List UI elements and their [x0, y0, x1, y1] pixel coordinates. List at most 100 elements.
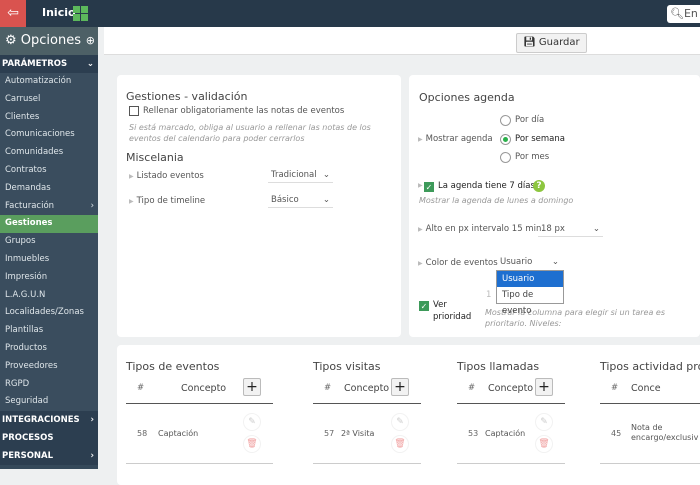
chevron-down-icon: ⌄: [86, 59, 94, 69]
rellenar-hint: Si está marcado, obliga al usuario a rel…: [129, 123, 371, 143]
save-label: Guardar: [538, 37, 580, 48]
timeline-select[interactable]: Básico ⌄: [268, 192, 333, 208]
parametros-items: Automatización Carrusel Clientes Comunicaci…: [0, 73, 98, 412]
column-header-id: #: [468, 383, 476, 393]
radio-label: Por semana: [515, 134, 565, 144]
sidebar-item[interactable]: Productos: [0, 340, 98, 358]
section-label: PROCESOS: [2, 433, 54, 444]
prioridad-label: prioridad: [433, 312, 472, 322]
save-button[interactable]: 💾︎ Guardar: [516, 33, 587, 53]
search-icon: 🔍︎: [670, 7, 684, 20]
sidebar-item[interactable]: Contratos: [0, 162, 98, 180]
section-integraciones[interactable]: INTEGRACIONES ›: [0, 411, 98, 430]
sidebar-item[interactable]: Comunidades: [0, 144, 98, 162]
row-concepto: Captación: [158, 429, 199, 438]
dropdown-option-usuario[interactable]: Usuario: [497, 271, 563, 287]
alto-label: ▶ Alto en px intervalo 15 min.: [418, 224, 545, 234]
section-parametros[interactable]: PARÁMETROS ⌄: [0, 55, 98, 73]
validation-title: Gestiones - validación: [126, 90, 248, 103]
radio-por-dia[interactable]: [500, 115, 511, 126]
dropdown-option-tipo[interactable]: Tipo de evento: [497, 287, 563, 316]
agenda-title: Opciones agenda: [419, 91, 515, 104]
section-personal[interactable]: PERSONAL ›: [0, 447, 98, 466]
column-header-concepto: Concepto: [181, 383, 227, 394]
apps-grid-icon[interactable]: [73, 6, 88, 21]
logout-icon[interactable]: ⇦: [0, 0, 26, 27]
table-divider: [457, 463, 565, 464]
chevron-right-icon: ›: [90, 415, 94, 426]
sidebar-header: ⚙ Opciones ⊕: [0, 27, 98, 55]
add-circle-icon[interactable]: ⊕: [86, 27, 95, 55]
color-label: ▶ Color de eventos: [418, 258, 498, 268]
delete-icon[interactable]: 🗑︎: [535, 435, 553, 453]
row-concepto: Nota de: [631, 423, 663, 432]
validation-panel: Gestiones - validación Rellenar obligato…: [117, 75, 401, 337]
table-divider: [600, 403, 700, 404]
radio-label: Por mes: [515, 152, 550, 162]
sidebar-item[interactable]: Seguridad: [0, 393, 98, 411]
radio-label: Por día: [515, 115, 545, 125]
delete-icon[interactable]: 🗑︎: [391, 435, 409, 453]
delete-icon[interactable]: 🗑︎: [243, 435, 261, 453]
prioridad-input[interactable]: 1: [486, 290, 491, 300]
table-title: Tipos llamadas: [457, 360, 540, 373]
add-button[interactable]: +: [243, 378, 261, 396]
rellenar-checkbox[interactable]: [129, 106, 139, 116]
sidebar-item[interactable]: Inmuebles: [0, 251, 98, 269]
chevron-down-icon: ⌄: [322, 195, 330, 205]
arrow-icon: ▶: [418, 182, 423, 189]
edit-icon[interactable]: ✎: [391, 413, 409, 431]
sidebar: ⚙ Opciones ⊕ PARÁMETROS ⌄ Automatización Ca…: [0, 27, 98, 469]
seven-days-checkbox[interactable]: ✓: [424, 182, 434, 192]
add-button[interactable]: +: [535, 378, 553, 396]
sidebar-item-label: Facturación: [5, 200, 55, 211]
sidebar-item[interactable]: Automatización: [0, 73, 98, 91]
row-id: 53: [468, 429, 479, 438]
rellenar-label: Rellenar obligatoriamente las notas de e…: [143, 106, 345, 116]
listado-label: ▶ Listado eventos: [129, 171, 204, 181]
table-title: Tipos actividad prop: [600, 360, 700, 373]
top-bar: ⇦ Inicio 🔍︎En: [0, 0, 700, 27]
chevron-right-icon: ›: [90, 200, 94, 211]
search-input[interactable]: 🔍︎En: [667, 5, 700, 23]
table-divider: [600, 463, 700, 464]
gears-icon: ⚙: [5, 33, 17, 48]
help-icon[interactable]: ?: [533, 180, 545, 192]
sidebar-item[interactable]: Plantillas: [0, 322, 98, 340]
table-divider: [313, 403, 421, 404]
sidebar-item[interactable]: Carrusel: [0, 91, 98, 109]
sidebar-item[interactable]: Grupos: [0, 233, 98, 251]
sidebar-title: Opciones: [20, 33, 82, 48]
sidebar-item[interactable]: Proveedores: [0, 358, 98, 376]
toolbar: 💾︎ Guardar: [104, 27, 700, 55]
alto-select[interactable]: 18 px ⌄: [538, 221, 603, 237]
section-label: PARÁMETROS: [2, 59, 68, 69]
section-procesos[interactable]: PROCESOS: [0, 429, 98, 448]
radio-por-mes[interactable]: [500, 152, 511, 163]
table-title: Tipos visitas: [313, 360, 381, 373]
sidebar-item[interactable]: Impresión: [0, 269, 98, 287]
sidebar-item[interactable]: Demandas: [0, 180, 98, 198]
color-select[interactable]: Usuario ⌄: [497, 254, 562, 270]
listado-select[interactable]: Tradicional ⌄: [268, 167, 333, 183]
table-divider: [126, 463, 273, 464]
chevron-down-icon: ⌄: [322, 170, 330, 180]
section-label: PERSONAL: [2, 451, 54, 462]
sidebar-item[interactable]: RGPD: [0, 376, 98, 394]
section-label: INTEGRACIONES: [2, 415, 80, 426]
radio-por-semana[interactable]: [500, 134, 511, 145]
sidebar-item[interactable]: Clientes: [0, 109, 98, 127]
edit-icon[interactable]: ✎: [243, 413, 261, 431]
edit-icon[interactable]: ✎: [535, 413, 553, 431]
sidebar-item[interactable]: Facturación ›: [0, 198, 98, 216]
sidebar-item[interactable]: L.A.G.U.N: [0, 287, 98, 305]
home-link[interactable]: Inicio: [42, 6, 76, 19]
sidebar-item[interactable]: Gestiones: [0, 215, 98, 234]
sidebar-item[interactable]: Comunicaciones: [0, 126, 98, 144]
sidebar-item[interactable]: Localidades/Zonas: [0, 304, 98, 322]
prioridad-checkbox[interactable]: ✓: [419, 301, 429, 311]
add-button[interactable]: +: [391, 378, 409, 396]
row-concepto: Captación: [485, 429, 526, 438]
row-id: 45: [611, 429, 622, 438]
mostrar-label: ▶ Mostrar agenda: [418, 134, 493, 144]
